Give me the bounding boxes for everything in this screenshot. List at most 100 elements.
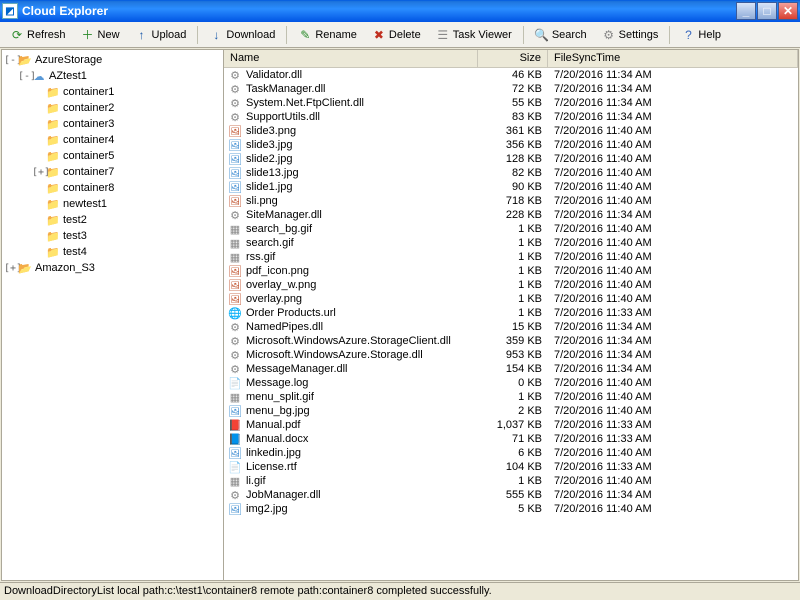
file-row[interactable]: ⚙System.Net.FtpClient.dll55 KB7/20/2016 … bbox=[224, 96, 798, 110]
tree-item[interactable]: 📁container5 bbox=[32, 148, 221, 164]
refresh-button[interactable]: ⟳Refresh bbox=[4, 25, 72, 45]
file-time: 7/20/2016 11:40 AM bbox=[548, 265, 798, 277]
file-row[interactable]: ⚙TaskManager.dll72 KB7/20/2016 11:34 AM bbox=[224, 82, 798, 96]
file-row[interactable]: ⚙Microsoft.WindowsAzure.StorageClient.dl… bbox=[224, 334, 798, 348]
file-name: SiteManager.dll bbox=[246, 209, 478, 221]
tree-item[interactable]: 📁test4 bbox=[32, 244, 221, 260]
tree-item[interactable]: 📁test2 bbox=[32, 212, 221, 228]
tree-label: container5 bbox=[63, 150, 114, 162]
delete-button[interactable]: ✖Delete bbox=[366, 25, 427, 45]
file-row[interactable]: 🖼slide1.jpg90 KB7/20/2016 11:40 AM bbox=[224, 180, 798, 194]
file-row[interactable]: ⚙JobManager.dll555 KB7/20/2016 11:34 AM bbox=[224, 488, 798, 502]
maximize-button[interactable]: □ bbox=[757, 2, 777, 20]
settings-button[interactable]: ⚙Settings bbox=[596, 25, 665, 45]
file-size: 1 KB bbox=[478, 265, 548, 277]
file-row[interactable]: 🖼slide3.jpg356 KB7/20/2016 11:40 AM bbox=[224, 138, 798, 152]
file-row[interactable]: 📘Manual.docx71 KB7/20/2016 11:33 AM bbox=[224, 432, 798, 446]
file-name: li.gif bbox=[246, 475, 478, 487]
tree-item[interactable]: 📁container3 bbox=[32, 116, 221, 132]
file-name: slide2.jpg bbox=[246, 153, 478, 165]
file-time: 7/20/2016 11:34 AM bbox=[548, 97, 798, 109]
download-button[interactable]: ↓Download bbox=[203, 25, 281, 45]
tree-item[interactable]: 📁newtest1 bbox=[32, 196, 221, 212]
file-row[interactable]: 🖼pdf_icon.png1 KB7/20/2016 11:40 AM bbox=[224, 264, 798, 278]
column-name[interactable]: Name bbox=[224, 50, 478, 67]
file-icon: 📘 bbox=[227, 432, 243, 446]
file-row[interactable]: 🖼overlay_w.png1 KB7/20/2016 11:40 AM bbox=[224, 278, 798, 292]
file-row[interactable]: 📕Manual.pdf1,037 KB7/20/2016 11:33 AM bbox=[224, 418, 798, 432]
file-row[interactable]: ⚙SiteManager.dll228 KB7/20/2016 11:34 AM bbox=[224, 208, 798, 222]
plus-icon: ＋ bbox=[81, 28, 95, 42]
file-row[interactable]: 🖼img2.jpg5 KB7/20/2016 11:40 AM bbox=[224, 502, 798, 516]
file-time: 7/20/2016 11:34 AM bbox=[548, 321, 798, 333]
file-row[interactable]: ▦menu_split.gif1 KB7/20/2016 11:40 AM bbox=[224, 390, 798, 404]
file-row[interactable]: ⚙SupportUtils.dll83 KB7/20/2016 11:34 AM bbox=[224, 110, 798, 124]
file-icon: 🖼 bbox=[227, 292, 243, 306]
file-row[interactable]: 🖼menu_bg.jpg2 KB7/20/2016 11:40 AM bbox=[224, 404, 798, 418]
tree-expander[interactable]: [+] bbox=[4, 263, 17, 274]
tree-expander[interactable]: [-] bbox=[18, 71, 31, 82]
file-row[interactable]: 🖼linkedin.jpg6 KB7/20/2016 11:40 AM bbox=[224, 446, 798, 460]
file-row[interactable]: 🌐Order Products.url1 KB7/20/2016 11:33 A… bbox=[224, 306, 798, 320]
file-row[interactable]: 📄Message.log0 KB7/20/2016 11:40 AM bbox=[224, 376, 798, 390]
file-time: 7/20/2016 11:34 AM bbox=[548, 69, 798, 81]
file-row[interactable]: 🖼overlay.png1 KB7/20/2016 11:40 AM bbox=[224, 292, 798, 306]
file-name: Manual.docx bbox=[246, 433, 478, 445]
tree-expander[interactable]: [-] bbox=[4, 55, 17, 66]
tree-item[interactable]: 📁container2 bbox=[32, 100, 221, 116]
file-row[interactable]: ⚙MessageManager.dll154 KB7/20/2016 11:34… bbox=[224, 362, 798, 376]
file-icon: ▦ bbox=[227, 474, 243, 488]
file-size: 72 KB bbox=[478, 83, 548, 95]
file-size: 5 KB bbox=[478, 503, 548, 515]
file-row[interactable]: ▦rss.gif1 KB7/20/2016 11:40 AM bbox=[224, 250, 798, 264]
column-size[interactable]: Size bbox=[478, 50, 548, 67]
file-list[interactable]: ⚙Validator.dll46 KB7/20/2016 11:34 AM⚙Ta… bbox=[224, 68, 798, 580]
folder-icon: 📁 bbox=[45, 181, 61, 195]
refresh-icon: ⟳ bbox=[10, 28, 24, 42]
file-row[interactable]: ⚙NamedPipes.dll15 KB7/20/2016 11:34 AM bbox=[224, 320, 798, 334]
tree-expander[interactable]: [+] bbox=[32, 167, 45, 178]
file-row[interactable]: ▦search.gif1 KB7/20/2016 11:40 AM bbox=[224, 236, 798, 250]
tree-item[interactable]: [+]📂Amazon_S3 bbox=[4, 260, 221, 276]
file-row[interactable]: 🖼sli.png718 KB7/20/2016 11:40 AM bbox=[224, 194, 798, 208]
tree-item[interactable]: 📁container4 bbox=[32, 132, 221, 148]
file-time: 7/20/2016 11:34 AM bbox=[548, 209, 798, 221]
file-row[interactable]: 🖼slide2.jpg128 KB7/20/2016 11:40 AM bbox=[224, 152, 798, 166]
file-row[interactable]: ⚙Microsoft.WindowsAzure.Storage.dll953 K… bbox=[224, 348, 798, 362]
file-name: NamedPipes.dll bbox=[246, 321, 478, 333]
file-icon: 🖼 bbox=[227, 194, 243, 208]
rename-button[interactable]: ✎Rename bbox=[292, 25, 363, 45]
tree-item[interactable]: [-]📂AzureStorage bbox=[4, 52, 221, 68]
file-row[interactable]: 📄License.rtf104 KB7/20/2016 11:33 AM bbox=[224, 460, 798, 474]
file-size: 46 KB bbox=[478, 69, 548, 81]
minimize-button[interactable]: _ bbox=[736, 2, 756, 20]
file-icon: ▦ bbox=[227, 236, 243, 250]
file-row[interactable]: 🖼slide13.jpg82 KB7/20/2016 11:40 AM bbox=[224, 166, 798, 180]
tree-item[interactable]: [-]☁AZtest1 bbox=[18, 68, 221, 84]
tree-label: test4 bbox=[63, 246, 87, 258]
taskviewer-button[interactable]: ☰Task Viewer bbox=[430, 25, 518, 45]
column-time[interactable]: FileSyncTime bbox=[548, 50, 798, 67]
close-button[interactable]: ✕ bbox=[778, 2, 798, 20]
help-button[interactable]: ?Help bbox=[675, 25, 727, 45]
file-icon: ▦ bbox=[227, 250, 243, 264]
new-button[interactable]: ＋New bbox=[75, 25, 126, 45]
file-row[interactable]: ⚙Validator.dll46 KB7/20/2016 11:34 AM bbox=[224, 68, 798, 82]
tree-item[interactable]: 📁container1 bbox=[32, 84, 221, 100]
file-size: 359 KB bbox=[478, 335, 548, 347]
file-size: 0 KB bbox=[478, 377, 548, 389]
tree-item[interactable]: 📁container8 bbox=[32, 180, 221, 196]
tree-label: AZtest1 bbox=[49, 70, 87, 82]
tree-view[interactable]: [-]📂AzureStorage[-]☁AZtest1📁container1📁c… bbox=[2, 50, 224, 580]
tree-label: test3 bbox=[63, 230, 87, 242]
upload-button[interactable]: ↑Upload bbox=[129, 25, 193, 45]
file-size: 15 KB bbox=[478, 321, 548, 333]
file-time: 7/20/2016 11:40 AM bbox=[548, 251, 798, 263]
help-icon: ? bbox=[681, 28, 695, 42]
file-row[interactable]: ▦li.gif1 KB7/20/2016 11:40 AM bbox=[224, 474, 798, 488]
tree-item[interactable]: [+]📁container7 bbox=[32, 164, 221, 180]
tree-item[interactable]: 📁test3 bbox=[32, 228, 221, 244]
file-row[interactable]: 🖼slide3.png361 KB7/20/2016 11:40 AM bbox=[224, 124, 798, 138]
search-button[interactable]: 🔍Search bbox=[529, 25, 593, 45]
file-row[interactable]: ▦search_bg.gif1 KB7/20/2016 11:40 AM bbox=[224, 222, 798, 236]
